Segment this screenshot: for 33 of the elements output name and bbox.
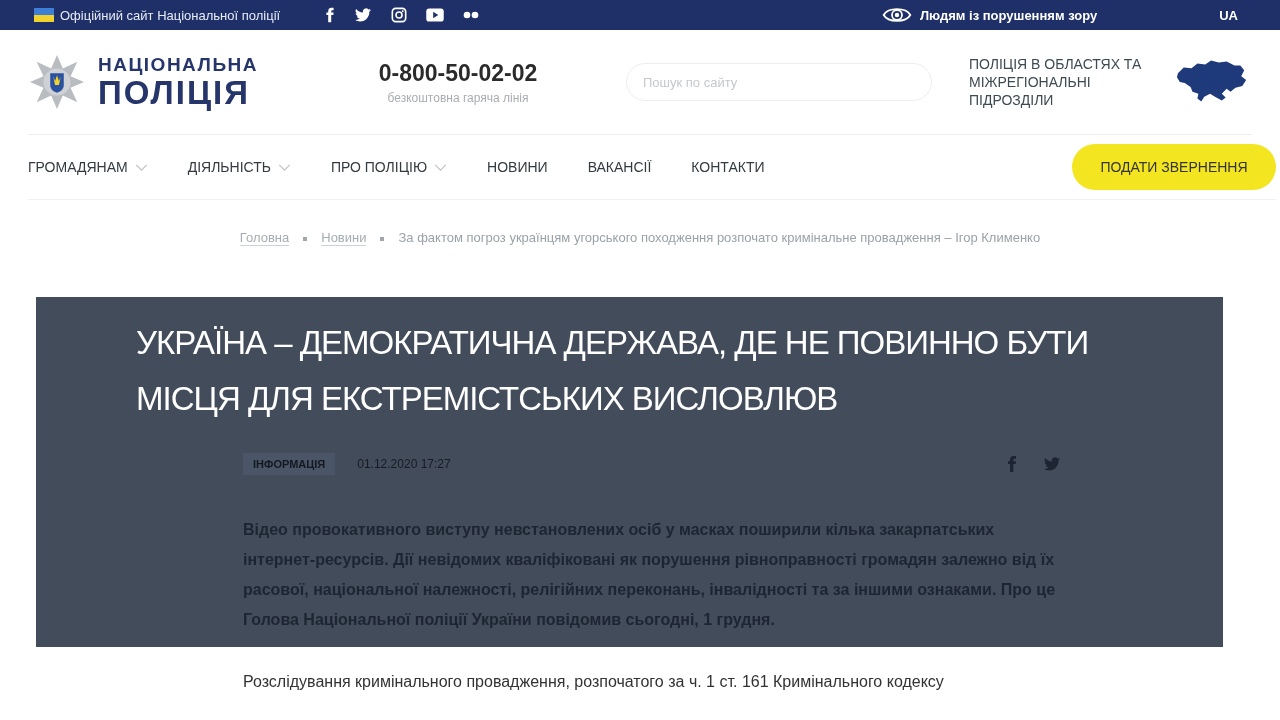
chevron-down-icon <box>134 163 148 171</box>
nav-link[interactable]: НОВИНИ <box>487 159 548 175</box>
logo-text: ПОЛІЦІЯ <box>98 76 250 109</box>
site-title: Офіційний сайт Національної поліції <box>60 7 281 23</box>
category-tag: ІНФОРМАЦІЯ <box>243 453 336 475</box>
accessibility-link[interactable]: Людям із порушенням зору <box>880 5 1098 25</box>
nav-link[interactable]: ДІЯЛЬНІСТЬ <box>187 159 291 175</box>
phone-number[interactable]: 0-800-50-02-02 <box>378 59 538 87</box>
body-paragraph: Розслідування кримінального провадження, розпочатого за ч. 1 ст. 161 Кримінального кодексу <box>243 673 945 691</box>
nav-link[interactable]: ПРО ПОЛІЦІЮ <box>330 159 448 175</box>
eye-icon <box>880 5 913 25</box>
submit-appeal-button[interactable]: ПОДАТИ ЗВЕРНЕННЯ <box>1072 144 1276 190</box>
logo-link[interactable]: НАЦІОНАЛЬНА ПОЛІЦІЯ <box>28 53 338 111</box>
facebook-icon[interactable] <box>324 7 337 23</box>
play-icon[interactable] <box>426 7 445 23</box>
flag-icon <box>34 8 54 22</box>
instagram-icon[interactable] <box>390 7 409 23</box>
police-star-icon <box>28 53 86 111</box>
chevron-down-icon <box>434 163 448 171</box>
nav-link[interactable]: ВАКАНСІЇ <box>587 159 652 175</box>
twitter-icon[interactable] <box>354 7 373 23</box>
regions-link[interactable]: ПОЛІЦІЯ В ОБЛАСТЯХ ТА МІЖРЕГІОНАЛЬНІ ПІДРОЗДІЛИ <box>969 55 1164 109</box>
caption-text: УКРАЇНА – ДЕМОКРАТИЧНА ДЕРЖАВА, ДЕ НЕ ПОВИННО БУТИ <box>136 323 1090 363</box>
caption-text: МІСЦЯ ДЛЯ ЕКСТРЕМІСТСЬКИХ ВИСЛОВЛЮВ <box>136 379 839 419</box>
nav-link[interactable]: ГРОМАДЯНАМ <box>28 159 148 175</box>
hotline-caption: безкоштовна гаряча лінія <box>387 90 529 105</box>
two-dots-icon[interactable] <box>462 11 481 19</box>
nav-link[interactable]: КОНТАКТИ <box>691 159 765 175</box>
language-link[interactable]: UA <box>1219 7 1238 23</box>
breadcrumb-current: За фактом погроз українцям угорського походження розпочато кримінальне провадження – Ігор Клименко <box>398 230 1041 245</box>
logo-text: НАЦІОНАЛЬНА <box>98 55 258 74</box>
chevron-down-icon <box>277 163 291 171</box>
search-field[interactable]: Пошук по сайту <box>626 63 932 101</box>
